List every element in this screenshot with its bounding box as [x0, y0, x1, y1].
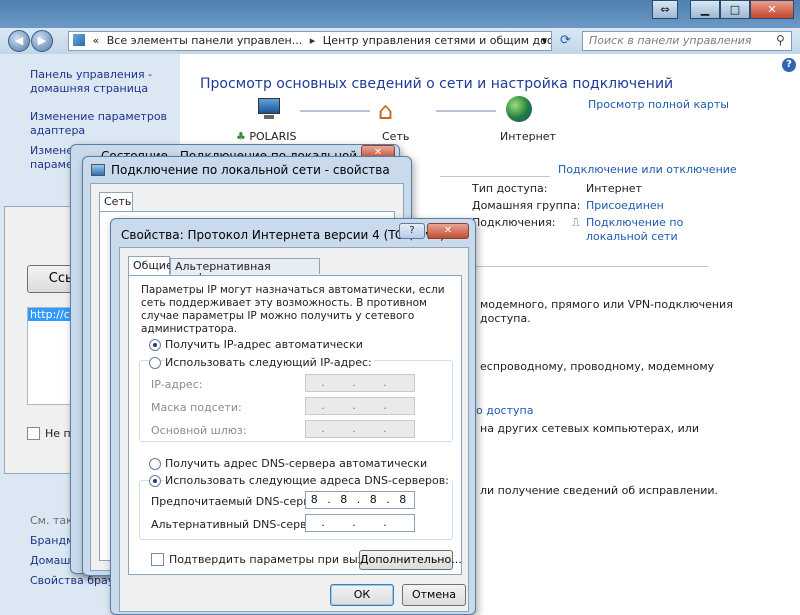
homegroup-link[interactable]: Присоединен	[586, 199, 664, 212]
ip-address-label: IP-адрес:	[151, 378, 203, 391]
help-icon[interactable]: ?	[782, 58, 796, 72]
ip-auto-label[interactable]: Получить IP-адрес автоматически	[165, 338, 363, 351]
connections-label: Подключения:	[472, 216, 556, 229]
globe-icon	[506, 96, 532, 122]
tab-general[interactable]: Общие	[128, 256, 173, 276]
homegroup-label: Домашняя группа:	[472, 199, 581, 212]
address-bar[interactable]: « Все элементы панели управлен... ▸ Цент…	[68, 31, 552, 51]
node-polaris: ♣ POLARIS	[236, 130, 296, 143]
home-network-icon: ⌂	[378, 97, 394, 125]
node-internet-label: Интернет	[500, 130, 556, 143]
full-map-link[interactable]: Просмотр полной карты	[588, 98, 729, 111]
tab-network[interactable]: Сеть	[99, 192, 133, 212]
search-input[interactable]: Поиск в панели управления	[582, 31, 792, 51]
ipv4-body: Общие Альтернативная конфигурация Параме…	[119, 247, 469, 612]
advanced-button[interactable]: Дополнительно...	[359, 550, 462, 570]
ethernet-icon: ⎍	[572, 216, 580, 229]
breadcrumb-separator-icon: ▸	[309, 34, 316, 47]
restore-icon[interactable]: ⇔	[652, 0, 678, 19]
general-tab-body: Параметры IP могут назначаться автоматич…	[128, 275, 462, 575]
forward-button[interactable]: ▶	[31, 30, 53, 52]
connect-disconnect-link[interactable]: Подключение или отключение	[558, 163, 737, 176]
dns-manual-label[interactable]: Использовать следующие адреса DNS-сервер…	[165, 474, 451, 487]
validate-label[interactable]: Подтвердить параметры при выходе	[169, 553, 385, 566]
sidebar-item-home[interactable]: Панель управления - домашняя страница	[30, 68, 170, 96]
dns-auto-radio[interactable]	[149, 458, 161, 470]
access-type-value: Интернет	[586, 182, 642, 195]
alternate-dns-label: Альтернативный DNS-сервер:	[151, 518, 325, 531]
ip-auto-radio[interactable]	[149, 339, 161, 351]
dns-auto-label[interactable]: Получить адрес DNS-сервера автоматически	[165, 457, 427, 470]
ipv4-close-button[interactable]: ✕	[427, 223, 469, 239]
background-checkbox[interactable]	[27, 427, 40, 440]
ip-manual-label[interactable]: Использовать следующий IP-адрес:	[165, 356, 374, 369]
ipv4-help-button[interactable]: ?	[399, 223, 425, 239]
sidebar-item-change-partial[interactable]: Измене	[30, 144, 73, 158]
task-text-3: еспроводному, проводному, модемному	[480, 360, 715, 373]
ip-manual-radio[interactable]	[149, 357, 161, 369]
task-text-5: на других сетевых компьютерах, или	[480, 422, 699, 435]
connection-link[interactable]: Подключение по локальной сети	[586, 216, 686, 244]
breadcrumb-all-items[interactable]: Все элементы панели управлен...	[107, 34, 303, 47]
ok-button[interactable]: ОК	[330, 584, 394, 606]
task-link-4[interactable]: о доступа	[476, 404, 533, 417]
minimize-button[interactable]: ▁	[690, 0, 720, 19]
dns-manual-radio[interactable]	[149, 475, 161, 487]
control-panel-icon	[73, 34, 85, 46]
window-controls: ⇔ ▁ □ ✕	[652, 0, 794, 19]
divider	[440, 176, 550, 177]
back-button[interactable]: ◀	[8, 30, 30, 52]
gateway-field[interactable]: . . .	[305, 420, 415, 438]
map-line	[300, 110, 370, 112]
tab-alternate-config[interactable]: Альтернативная конфигурация	[170, 258, 320, 283]
breadcrumb-network-center[interactable]: Центр управления сетями и общим доступом	[323, 34, 551, 47]
node-network-label[interactable]: Сеть	[382, 130, 409, 143]
cancel-button[interactable]: Отмена	[402, 584, 466, 606]
access-type-label: Тип доступа:	[472, 182, 548, 195]
breadcrumb-overflow[interactable]: «	[93, 34, 100, 47]
subnet-mask-field[interactable]: . . .	[305, 397, 415, 415]
person-icon: ♣	[236, 130, 246, 143]
divider	[472, 266, 708, 267]
validate-checkbox[interactable]	[151, 553, 164, 566]
page-title: Просмотр основных сведений о сети и наст…	[200, 76, 674, 92]
refresh-icon[interactable]: ⟳	[560, 33, 576, 49]
subnet-mask-label: Маска подсети:	[151, 401, 242, 414]
node-polaris-label: POLARIS	[249, 130, 297, 143]
network-adapter-icon	[91, 164, 105, 176]
task-text-2: доступа.	[480, 312, 531, 325]
search-icon[interactable]: ⚲	[776, 33, 785, 47]
preferred-dns-field[interactable]: 8 . 8 . 8 . 8	[305, 491, 415, 509]
gateway-label: Основной шлюз:	[151, 424, 247, 437]
preferred-dns-label: Предпочитаемый DNS-сервер:	[151, 495, 328, 508]
map-line	[436, 110, 496, 112]
address-dropdown-icon[interactable]: ▾	[541, 32, 547, 50]
ip-address-field[interactable]: . . .	[305, 374, 415, 392]
description-text: Параметры IP могут назначаться автоматич…	[141, 284, 445, 335]
close-button[interactable]: ✕	[750, 0, 794, 19]
computer-icon	[254, 98, 282, 124]
task-text-1: модемного, прямого или VPN-подключения	[480, 298, 733, 311]
ipv4-dialog: Свойства: Протокол Интернета версии 4 (T…	[110, 218, 476, 615]
properties-dialog-title: Подключение по локальной сети - свойства	[111, 163, 390, 177]
address-toolbar: ◀ ▶ « Все элементы панели управлен... ▸ …	[0, 28, 800, 54]
maximize-button[interactable]: □	[720, 0, 750, 19]
alternate-dns-field[interactable]: . . .	[305, 514, 415, 532]
sidebar-item-change-adapter[interactable]: Изменение параметров адаптера	[30, 110, 170, 138]
task-text-6: ли получение сведений об исправлении.	[480, 484, 719, 497]
ipv4-dialog-title: Свойства: Протокол Интернета версии 4 (T…	[121, 228, 445, 242]
